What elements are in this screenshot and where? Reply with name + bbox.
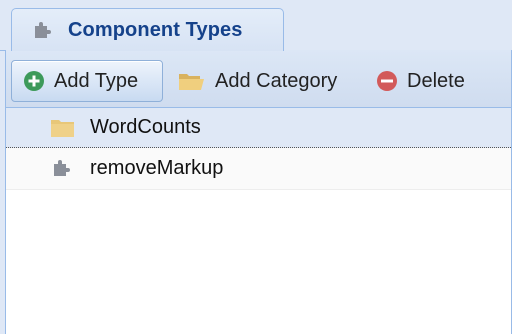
- delete-button[interactable]: Delete: [376, 60, 465, 102]
- plus-circle-icon: [23, 70, 45, 92]
- component-tree: WordCounts removeMarkup: [6, 108, 511, 190]
- tree-item-removemarkup[interactable]: removeMarkup: [6, 148, 511, 190]
- add-category-button[interactable]: Add Category: [178, 60, 337, 102]
- tree-item-wordcounts[interactable]: WordCounts: [6, 108, 511, 148]
- open-folder-icon: [178, 70, 206, 92]
- minus-circle-icon: [376, 70, 398, 92]
- component-types-panel: Component Types Add Type Add Category De…: [0, 0, 512, 334]
- toolbar: Add Type Add Category Delete: [6, 50, 511, 108]
- panel-body: Add Type Add Category Delete WordCounts …: [5, 50, 512, 334]
- add-type-label: Add Type: [54, 69, 139, 92]
- tree-item-label: removeMarkup: [90, 157, 224, 179]
- tab-label: Component Types: [68, 18, 243, 41]
- tab-component-types[interactable]: Component Types: [11, 8, 284, 51]
- folder-icon: [50, 117, 76, 139]
- delete-label: Delete: [407, 69, 465, 92]
- add-category-label: Add Category: [215, 69, 338, 92]
- add-type-button[interactable]: Add Type: [11, 60, 163, 102]
- puzzle-piece-icon: [32, 19, 54, 41]
- puzzle-piece-icon: [50, 158, 76, 180]
- tree-item-label: WordCounts: [90, 116, 201, 138]
